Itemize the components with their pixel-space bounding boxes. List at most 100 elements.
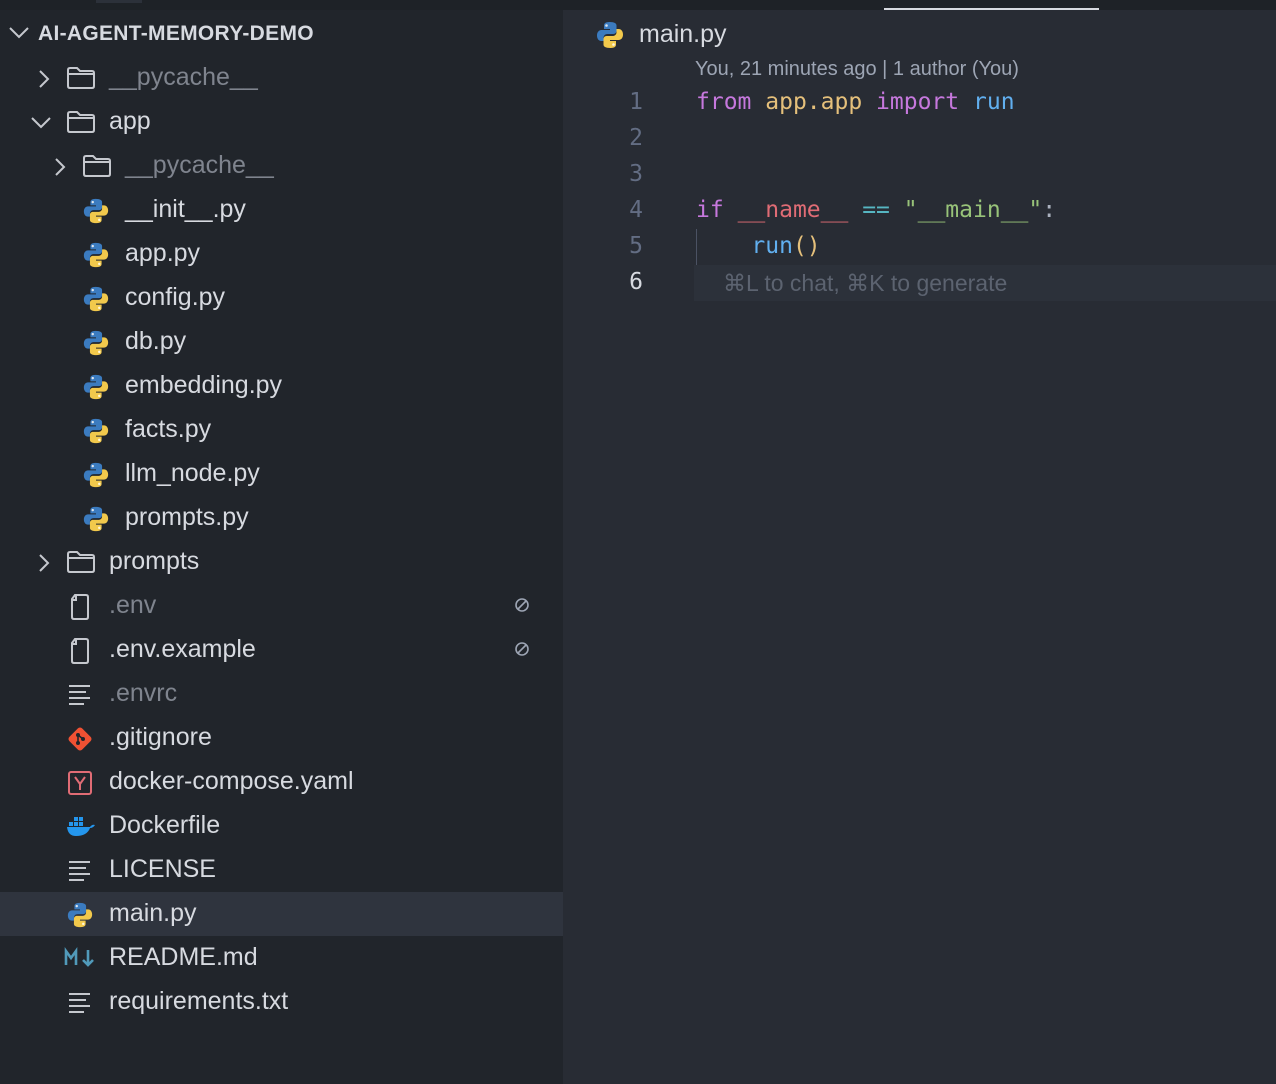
chevron-down-icon[interactable] — [30, 115, 52, 136]
workspace-title: AI-AGENT-MEMORY-DEMO — [38, 22, 314, 45]
tree-file-row[interactable]: embedding.py — [0, 364, 563, 408]
tree-item-label: Dockerfile — [109, 811, 221, 839]
line-number: 5 — [629, 233, 643, 259]
tree-file-row[interactable]: LICENSE — [0, 848, 563, 892]
code-line-2[interactable]: 2 — [563, 121, 1276, 157]
python-icon — [82, 373, 110, 400]
tree-file-row[interactable]: .gitignore — [0, 716, 563, 760]
tree-file-row[interactable]: config.py — [0, 276, 563, 320]
tree-item-label: llm_node.py — [125, 459, 260, 487]
python-icon — [82, 461, 110, 488]
line-number: 4 — [629, 197, 643, 223]
line-number: 3 — [629, 161, 643, 187]
git-blame-annotation[interactable]: You, 21 minutes ago | 1 author (You) — [695, 58, 1019, 81]
tree-item-label: __init__.py — [125, 195, 246, 223]
python-icon — [82, 505, 110, 532]
tree-file-row[interactable]: llm_node.py — [0, 452, 563, 496]
tree-item-label: .env.example — [109, 635, 256, 663]
tree-item-label: .gitignore — [109, 723, 212, 751]
code-line-5[interactable]: 5 run() — [563, 229, 1276, 265]
text-file-icon — [66, 681, 94, 707]
line-number: 2 — [629, 125, 643, 151]
tree-file-row[interactable]: facts.py — [0, 408, 563, 452]
equality-operator: == — [862, 197, 890, 223]
tree-item-label: app — [109, 107, 151, 135]
tree-item-label: main.py — [109, 899, 197, 927]
tree-item-label: docker-compose.yaml — [109, 767, 354, 795]
tree-file-row[interactable]: main.py — [0, 892, 563, 936]
line-number: 6 — [629, 269, 643, 295]
tree-folder-row[interactable]: __pycache__ — [0, 56, 563, 100]
python-icon — [82, 285, 110, 312]
file-icon — [66, 637, 94, 664]
tree-item-label: app.py — [125, 239, 201, 267]
python-icon — [595, 20, 625, 50]
tree-folder-row[interactable]: __pycache__ — [0, 144, 563, 188]
tree-item-label: .envrc — [109, 679, 178, 707]
explorer-sidebar: AI-AGENT-MEMORY-DEMO __pycache__ app __pyc… — [0, 10, 563, 1084]
folder-icon — [82, 153, 111, 179]
tree-item-label: prompts — [109, 547, 200, 575]
code-line-3[interactable]: 3 — [563, 157, 1276, 193]
tree-item-label: db.py — [125, 327, 187, 355]
folder-icon — [66, 549, 95, 575]
tree-folder-row[interactable]: prompts — [0, 540, 563, 584]
string-literal: "__main__" — [903, 197, 1043, 223]
module-name: app.app — [765, 89, 863, 115]
tree-file-row[interactable]: README.md — [0, 936, 563, 980]
tree-item-label: requirements.txt — [109, 987, 289, 1015]
python-icon — [82, 197, 110, 224]
python-icon — [82, 241, 110, 268]
tree-file-row[interactable]: prompts.py — [0, 496, 563, 540]
chevron-down-icon — [8, 24, 30, 47]
editor-file-name: main.py — [639, 20, 727, 48]
markdown-icon — [64, 945, 94, 971]
explorer-root-header[interactable]: AI-AGENT-MEMORY-DEMO — [0, 10, 563, 56]
editor-pane: main.py You, 21 minutes ago | 1 author (… — [563, 10, 1276, 1084]
tree-file-row[interactable]: requirements.txt — [0, 980, 563, 1024]
tree-item-label: .env — [109, 591, 157, 619]
title-strip — [0, 0, 1276, 10]
dunder-name: __name__ — [737, 197, 849, 223]
tree-file-row[interactable]: .envrc — [0, 672, 563, 716]
tree-item-label: config.py — [125, 283, 226, 311]
tree-item-label: embedding.py — [125, 371, 283, 399]
chevron-right-icon[interactable] — [36, 68, 52, 95]
tree-file-row[interactable]: docker-compose.yaml — [0, 760, 563, 804]
inline-ai-hint: ⌘L to chat, ⌘K to generate — [723, 270, 1008, 296]
tree-folder-row[interactable]: app — [0, 100, 563, 144]
folder-icon — [66, 65, 95, 91]
python-icon — [66, 901, 94, 928]
line-number: 1 — [629, 89, 643, 115]
imported-name: run — [973, 89, 1015, 115]
tree-file-row[interactable]: __init__.py — [0, 188, 563, 232]
yaml-icon — [66, 769, 94, 795]
tab-fragment[interactable] — [96, 0, 142, 3]
code-line-6[interactable]: 6 ⌘L to chat, ⌘K to generate — [563, 265, 1276, 301]
keyword-import: import — [876, 89, 960, 115]
docker-icon — [66, 813, 95, 839]
colon: : — [1042, 197, 1057, 223]
keyword-if: if — [696, 197, 724, 223]
chevron-right-icon[interactable] — [36, 552, 52, 579]
tree-file-row[interactable]: app.py — [0, 232, 563, 276]
gitignored-badge-icon — [513, 596, 531, 614]
python-icon — [82, 329, 110, 356]
tree-item-label: __pycache__ — [109, 63, 258, 91]
tree-file-row[interactable]: .env — [0, 584, 563, 628]
function-call: run — [751, 233, 793, 259]
gitignored-badge-icon — [513, 640, 531, 658]
tree-file-row[interactable]: .env.example — [0, 628, 563, 672]
code-line-1[interactable]: 1 from app.app import run — [563, 85, 1276, 121]
code-line-4[interactable]: 4 if __name__ == "__main__": — [563, 193, 1276, 229]
git-icon — [66, 725, 94, 751]
text-file-icon — [66, 857, 94, 883]
tree-file-row[interactable]: Dockerfile — [0, 804, 563, 848]
python-icon — [82, 417, 110, 444]
tree-item-label: README.md — [109, 943, 258, 971]
keyword-from: from — [696, 89, 752, 115]
tree-item-label: LICENSE — [109, 855, 216, 883]
tree-file-row[interactable]: db.py — [0, 320, 563, 364]
chevron-right-icon[interactable] — [52, 156, 68, 183]
parentheses: () — [792, 233, 821, 259]
